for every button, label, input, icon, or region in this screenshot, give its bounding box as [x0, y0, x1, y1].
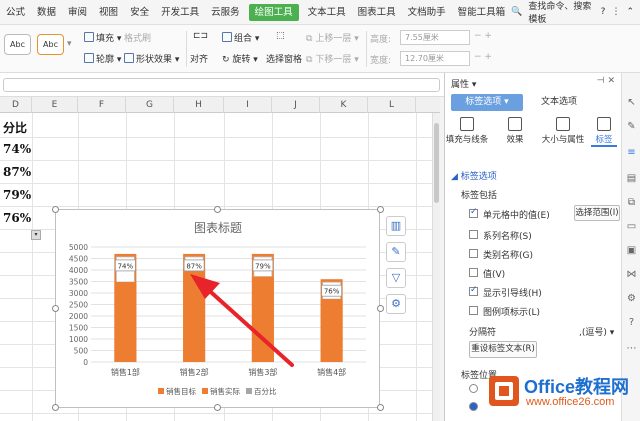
more-icon[interactable]: ⋯ — [626, 343, 637, 354]
leader-lines-label: 显示引导线(H) — [483, 289, 542, 299]
bar-chart-icon — [597, 117, 611, 131]
panel-title: 属性 ▾ — [451, 80, 477, 90]
legend-key-label: 图例项标示(L) — [483, 308, 541, 318]
checkbox-category-name[interactable] — [469, 249, 478, 258]
radio-position-2[interactable] — [469, 402, 478, 411]
subtab-fill-line[interactable]: 填充与线条 — [445, 117, 489, 145]
archive-icon[interactable]: ▣ — [626, 245, 637, 256]
reset-label-text-button[interactable]: 重设标签文本(R) — [469, 341, 537, 358]
edit-icon[interactable]: ✎ — [626, 121, 637, 132]
category-name-label: 类别名称(G) — [483, 251, 533, 261]
copy-icon[interactable]: ⧉ — [626, 197, 637, 208]
right-toolbar: ↖ ✎ ≡ ▤ ⧉ ▭ ▣ ⋈ ⚙ ? ⋯ — [621, 73, 640, 421]
checkbox-cell-value[interactable] — [469, 207, 478, 218]
effect-icon — [508, 117, 522, 131]
close-icon[interactable]: ✕ — [607, 76, 615, 86]
size-icon — [556, 117, 570, 131]
checkbox-series-name[interactable] — [469, 230, 478, 239]
tab-text-options[interactable]: 文本选项 — [529, 94, 589, 111]
settings-icon[interactable]: ⚙ — [626, 293, 637, 304]
label-contains: 标签包括 — [461, 191, 498, 201]
office-logo-icon — [489, 376, 519, 406]
subtab-effect[interactable]: 效果 — [493, 117, 537, 145]
series-name-label: 系列名称(S) — [483, 232, 532, 242]
select-range-button[interactable]: 选择范围(I) — [574, 205, 620, 221]
checkbox-value[interactable] — [469, 268, 478, 277]
value-label: 值(V) — [483, 270, 506, 280]
checkbox-leader-lines[interactable] — [469, 285, 478, 296]
properties-icon[interactable]: ≡ — [626, 147, 637, 158]
property-panel: 属性 ▾ ⊣ ✕ 标签选项 ▾ 文本选项 填充与线条 效果 大小与属性 标签 ◢… — [444, 73, 621, 421]
tab-label-options[interactable]: 标签选项 ▾ — [451, 94, 523, 111]
help-icon[interactable]: ? — [626, 317, 637, 328]
page-icon[interactable]: ▭ — [626, 221, 637, 232]
format-icon[interactable]: ▤ — [626, 173, 637, 184]
subtab-label[interactable]: 标签 — [591, 117, 617, 147]
checkbox-legend-key[interactable] — [469, 306, 478, 315]
separator-label: 分隔符 — [469, 328, 497, 338]
subtab-size-properties[interactable]: 大小与属性 — [537, 117, 589, 145]
watermark-url: www.office26.com — [526, 396, 615, 408]
watermark: Office教程网 www.office26.com — [486, 371, 636, 417]
section-label-options[interactable]: ◢ 标签选项 — [451, 169, 497, 182]
radio-position-1[interactable] — [469, 384, 478, 393]
fill-line-icon — [460, 117, 474, 131]
panel-controls: ⊣ ✕ — [597, 76, 615, 86]
cell-value-label: 单元格中的值(E) — [483, 211, 550, 221]
separator-select[interactable]: ,(逗号) ▾ — [579, 325, 614, 338]
pin-icon[interactable]: ⊣ — [597, 76, 605, 86]
select-icon[interactable]: ↖ — [626, 97, 637, 108]
share-icon[interactable]: ⋈ — [626, 269, 637, 280]
